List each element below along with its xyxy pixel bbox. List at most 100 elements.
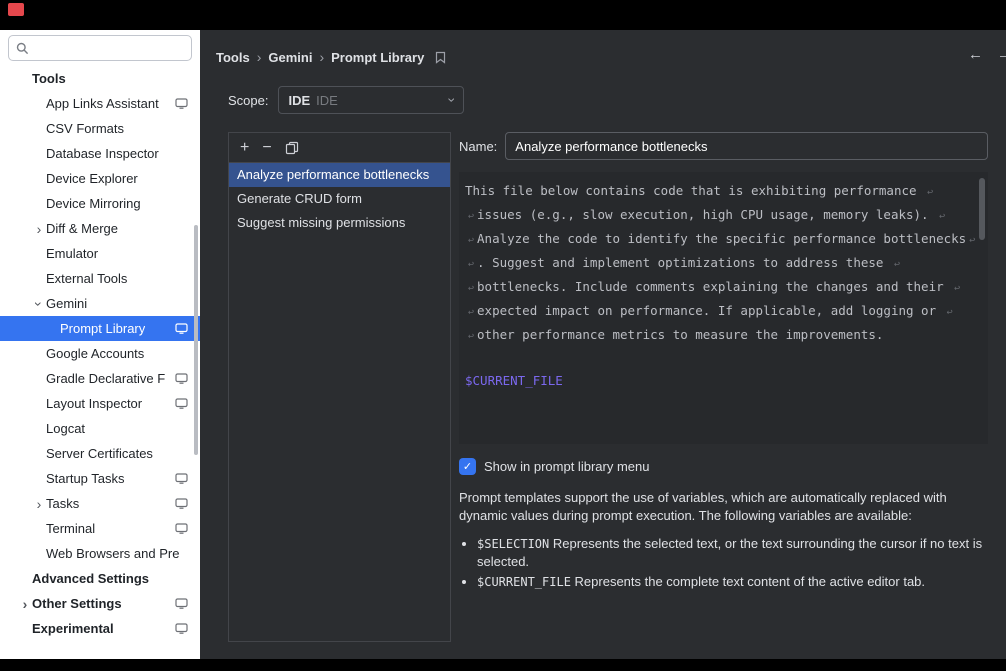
sidebar-item-external-tools[interactable]: External Tools xyxy=(0,266,200,291)
sidebar-item-database-inspector[interactable]: Database Inspector xyxy=(0,141,200,166)
sidebar-item-label: Gemini xyxy=(46,296,87,311)
ide-screen-icon xyxy=(175,98,188,109)
ide-screen-icon xyxy=(175,498,188,509)
editor-text: expected impact on performance. If appli… xyxy=(477,303,944,318)
chevron-down-icon[interactable]: › xyxy=(32,297,46,311)
sidebar-item-startup-tasks[interactable]: Startup Tasks xyxy=(0,466,200,491)
show-in-menu-checkbox[interactable]: ✓ xyxy=(459,458,476,475)
breadcrumb-separator: › xyxy=(319,49,324,65)
editor-text: bottlenecks. Include comments explaining… xyxy=(477,279,951,294)
scope-hint: IDE xyxy=(316,93,338,108)
soft-wrap-icon: ↩ xyxy=(468,307,474,318)
soft-wrap-icon: ↩ xyxy=(927,187,933,198)
sidebar-list: Tools App Links AssistantCSV FormatsDatab… xyxy=(0,66,200,641)
sidebar-item-label: Tasks xyxy=(46,496,79,511)
sidebar-item-device-mirroring[interactable]: Device Mirroring xyxy=(0,191,200,216)
sidebar-item-gradle-declarative-f[interactable]: Gradle Declarative F xyxy=(0,366,200,391)
sidebar-item-diff-merge[interactable]: ›Diff & Merge xyxy=(0,216,200,241)
sidebar-item-gemini[interactable]: ›Gemini xyxy=(0,291,200,316)
soft-wrap-icon: ↩ xyxy=(468,211,474,222)
sidebar-item-google-accounts[interactable]: Google Accounts xyxy=(0,341,200,366)
sidebar-item-label: Server Certificates xyxy=(46,446,153,461)
search-icon xyxy=(16,42,29,55)
prompt-list-toolbar: + − xyxy=(229,133,450,163)
editor-line: ↩expected impact on performance. If appl… xyxy=(465,300,972,324)
sidebar-item-label: Diff & Merge xyxy=(46,221,118,236)
soft-wrap-icon: ↩ xyxy=(468,235,474,246)
search-box[interactable] xyxy=(8,35,192,61)
sidebar-item-device-explorer[interactable]: Device Explorer xyxy=(0,166,200,191)
soft-wrap-icon: ↩ xyxy=(969,235,975,246)
sidebar-item-label: Tools xyxy=(32,71,66,86)
window-titlebar xyxy=(0,0,1006,30)
prompt-list: Analyze performance bottlenecksGenerate … xyxy=(229,163,450,235)
sidebar-item-label: Terminal xyxy=(46,521,95,536)
sidebar-item-terminal[interactable]: Terminal xyxy=(0,516,200,541)
sidebar-item-experimental[interactable]: Experimental xyxy=(0,616,200,641)
search-input[interactable] xyxy=(35,41,184,56)
scope-dropdown[interactable]: IDE IDE › xyxy=(278,86,464,114)
breadcrumb-gemini[interactable]: Gemini xyxy=(268,50,312,65)
variable-name: $SELECTION xyxy=(477,537,549,551)
sidebar-item-emulator[interactable]: Emulator xyxy=(0,241,200,266)
chevron-right-icon[interactable]: › xyxy=(32,222,46,236)
soft-wrap-icon: ↩ xyxy=(468,283,474,294)
sidebar-item-tasks[interactable]: ›Tasks xyxy=(0,491,200,516)
chevron-right-icon[interactable]: › xyxy=(32,497,46,511)
copy-button[interactable] xyxy=(285,141,299,155)
breadcrumb-tools[interactable]: Tools xyxy=(216,50,250,65)
breadcrumb-separator: › xyxy=(257,49,262,65)
sidebar-item-prompt-library[interactable]: Prompt Library xyxy=(0,316,200,341)
editor-text: This file below contains code that is ex… xyxy=(465,183,924,198)
scope-value: IDE xyxy=(288,93,310,108)
sidebar-item-layout-inspector[interactable]: Layout Inspector xyxy=(0,391,200,416)
sidebar-item-label: Advanced Settings xyxy=(32,571,149,586)
prompt-list-panel: + − Analyze performance bottlenecksGener… xyxy=(228,132,451,642)
editor-text: . Suggest and implement optimizations to… xyxy=(477,255,891,270)
chevron-right-icon[interactable]: › xyxy=(18,597,32,611)
breadcrumb-prompt-library: Prompt Library xyxy=(331,50,424,65)
sidebar-item-advanced-settings[interactable]: Advanced Settings xyxy=(0,566,200,591)
window-bottom-edge xyxy=(0,659,1006,671)
sidebar-item-other-settings[interactable]: ›Other Settings xyxy=(0,591,200,616)
prompt-name-input[interactable] xyxy=(505,132,988,160)
prompt-editor[interactable]: This file below contains code that is ex… xyxy=(459,172,988,444)
editor-scrollbar[interactable] xyxy=(979,178,985,240)
sidebar-item-csv-formats[interactable]: CSV Formats xyxy=(0,116,200,141)
sidebar-item-server-certificates[interactable]: Server Certificates xyxy=(0,441,200,466)
bookmark-icon[interactable] xyxy=(435,51,446,64)
sidebar-item-label: Device Mirroring xyxy=(46,196,141,211)
sidebar-item-label: Web Browsers and Pre xyxy=(46,546,179,561)
add-button[interactable]: + xyxy=(240,140,249,156)
variable-item-current-file: $CURRENT_FILE Represents the complete te… xyxy=(477,573,988,591)
name-row: Name: xyxy=(459,132,988,160)
prompt-list-item-generate-crud-form[interactable]: Generate CRUD form xyxy=(229,187,450,211)
ide-screen-icon xyxy=(175,398,188,409)
check-icon: ✓ xyxy=(463,460,472,473)
back-arrow[interactable]: ← xyxy=(968,46,983,63)
prompt-list-item-suggest-missing-permissions[interactable]: Suggest missing permissions xyxy=(229,211,450,235)
prompt-list-item-analyze-performance-bottlenecks[interactable]: Analyze performance bottlenecks xyxy=(229,163,450,187)
sidebar-item-label: Other Settings xyxy=(32,596,122,611)
sidebar-item-tools[interactable]: Tools xyxy=(0,66,200,91)
soft-wrap-icon: ↩ xyxy=(468,259,474,270)
name-label: Name: xyxy=(459,139,497,154)
sidebar-item-app-links-assistant[interactable]: App Links Assistant xyxy=(0,91,200,116)
scope-label: Scope: xyxy=(228,93,268,108)
sidebar-item-web-browsers-and-pre[interactable]: Web Browsers and Pre xyxy=(0,541,200,566)
ide-screen-icon xyxy=(175,598,188,609)
forward-arrow[interactable]: → xyxy=(997,46,1006,63)
sidebar-item-label: Device Explorer xyxy=(46,171,138,186)
variables-list: $SELECTION Represents the selected text,… xyxy=(459,535,988,593)
soft-wrap-icon: ↩ xyxy=(468,331,474,342)
sidebar-item-logcat[interactable]: Logcat xyxy=(0,416,200,441)
ide-screen-icon xyxy=(175,623,188,634)
sidebar-item-label: Experimental xyxy=(32,621,114,636)
scope-row: Scope: IDE IDE › xyxy=(216,86,1006,114)
editor-line: ↩other performance metrics to measure th… xyxy=(465,324,972,348)
editor-line xyxy=(465,348,972,370)
ide-screen-icon xyxy=(175,373,188,384)
editor-line: ↩. Suggest and implement optimizations t… xyxy=(465,252,972,276)
sidebar-scrollbar[interactable] xyxy=(194,225,198,455)
remove-button[interactable]: − xyxy=(262,140,271,156)
